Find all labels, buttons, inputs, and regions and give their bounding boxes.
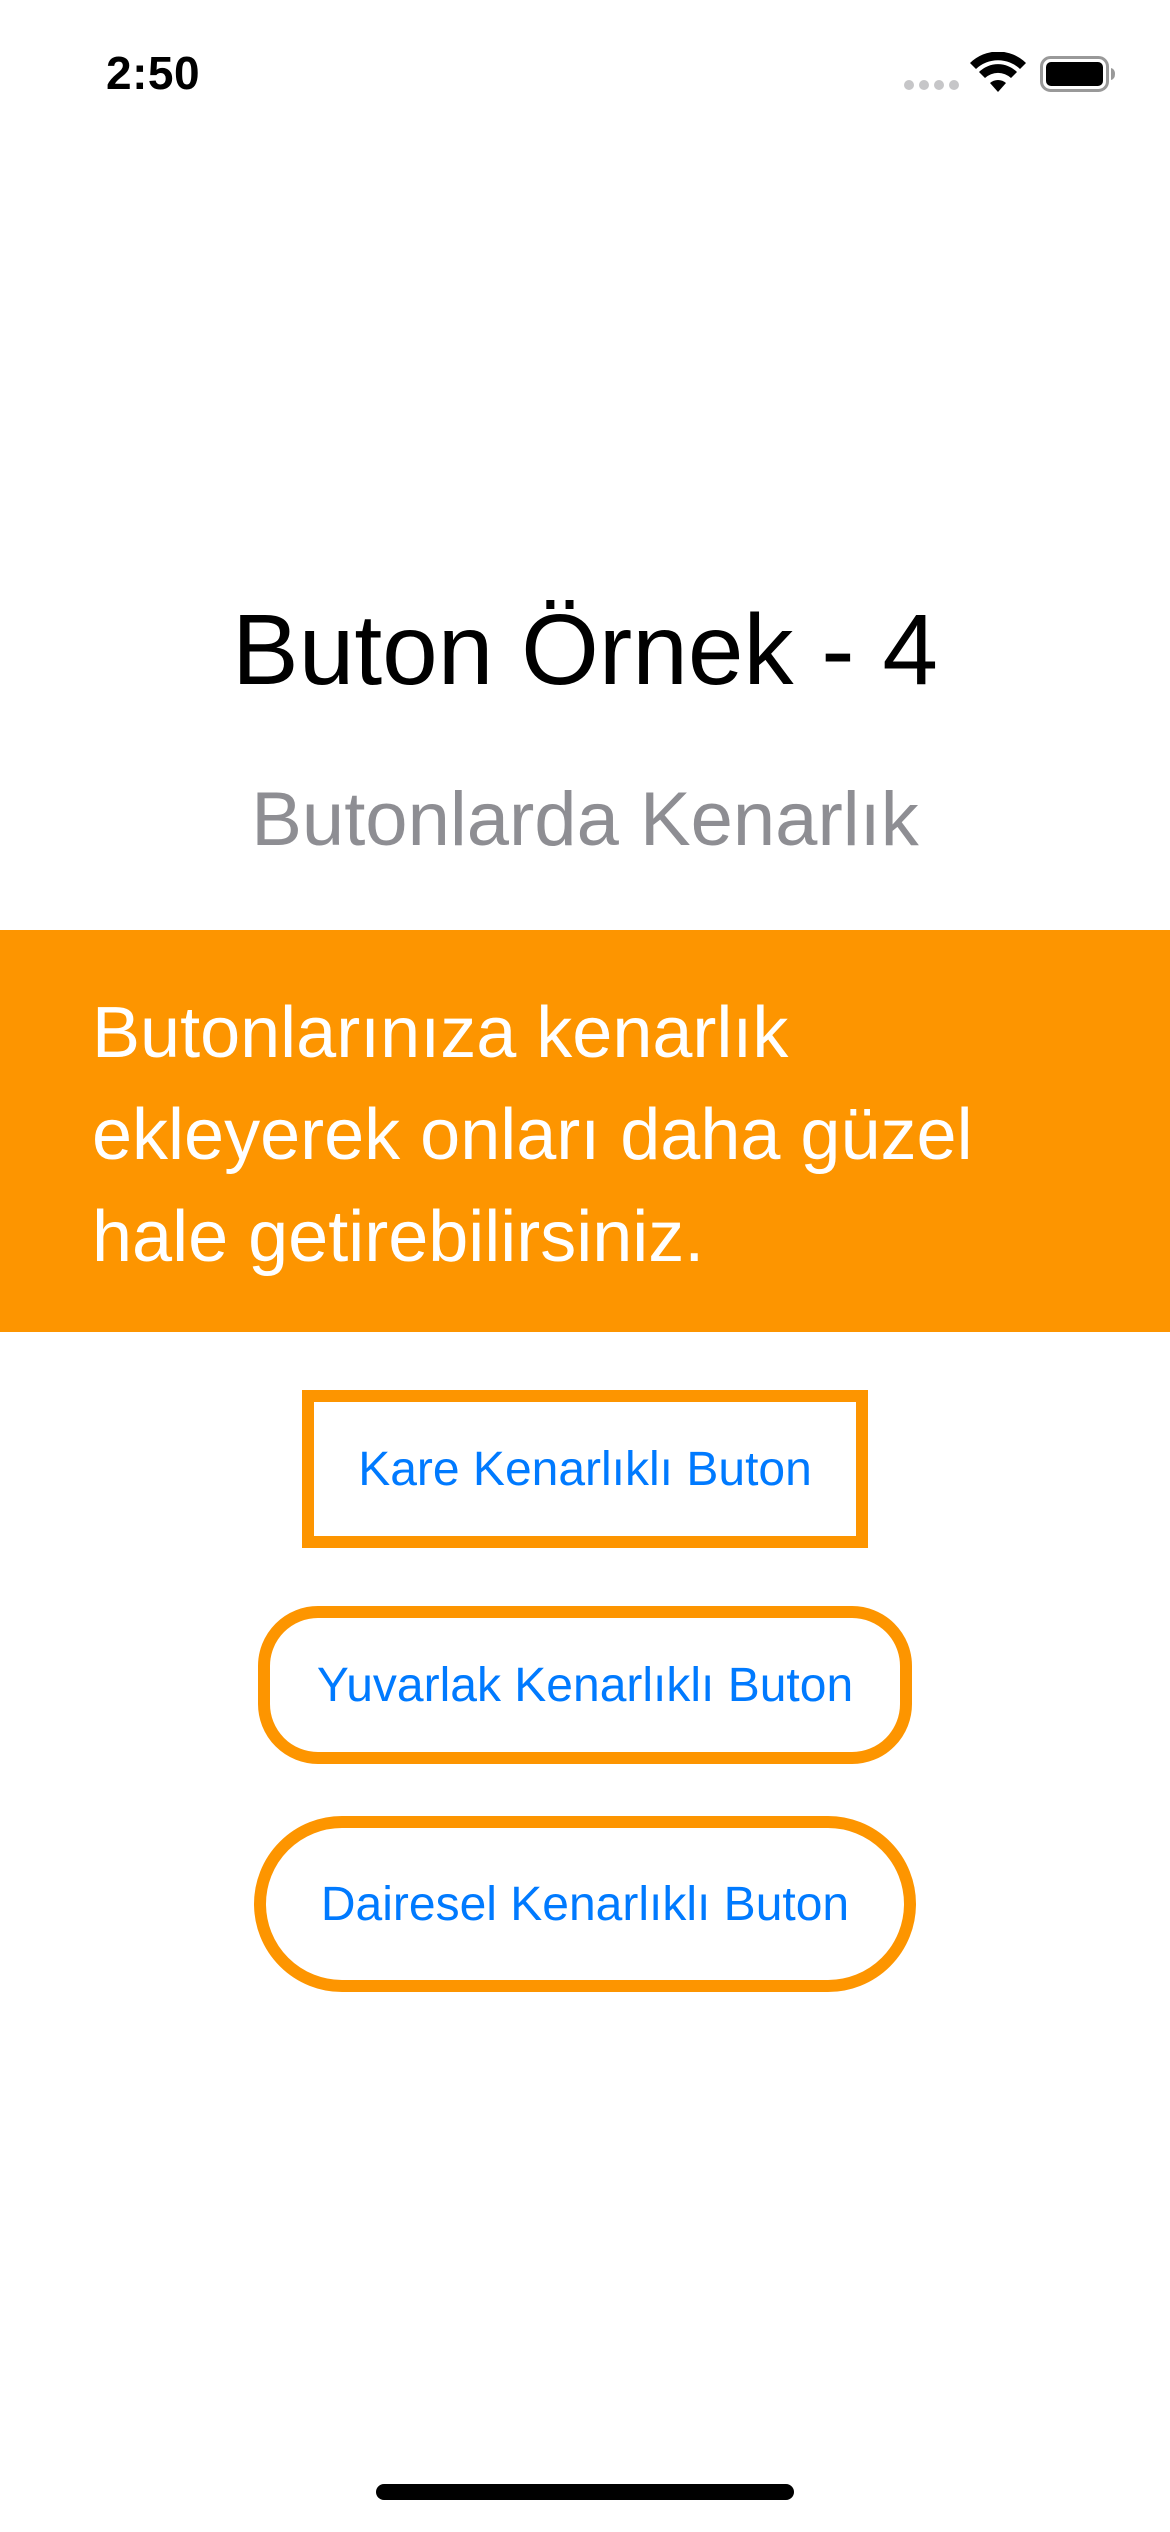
rounded-border-button[interactable]: Yuvarlak Kenarlıklı Buton bbox=[258, 1606, 912, 1764]
info-banner: Butonlarınıza kenarlık ekleyerek onları … bbox=[0, 930, 1170, 1332]
status-time: 2:50 bbox=[106, 47, 201, 99]
home-indicator[interactable] bbox=[376, 2484, 794, 2500]
page-title: Buton Örnek - 4 bbox=[232, 594, 938, 706]
cellular-signal-icon bbox=[904, 80, 960, 94]
page-subtitle: Butonlarda Kenarlık bbox=[251, 777, 919, 862]
status-bar: 2:50 bbox=[0, 0, 1170, 150]
battery-icon bbox=[1040, 56, 1115, 92]
square-border-button[interactable]: Kare Kenarlıklı Buton bbox=[302, 1390, 868, 1548]
wifi-icon bbox=[970, 52, 1026, 92]
banner-text: Butonlarınıza kenarlık ekleyerek onları … bbox=[92, 993, 973, 1277]
circular-border-button[interactable]: Dairesel Kenarlıklı Buton bbox=[254, 1816, 916, 1992]
